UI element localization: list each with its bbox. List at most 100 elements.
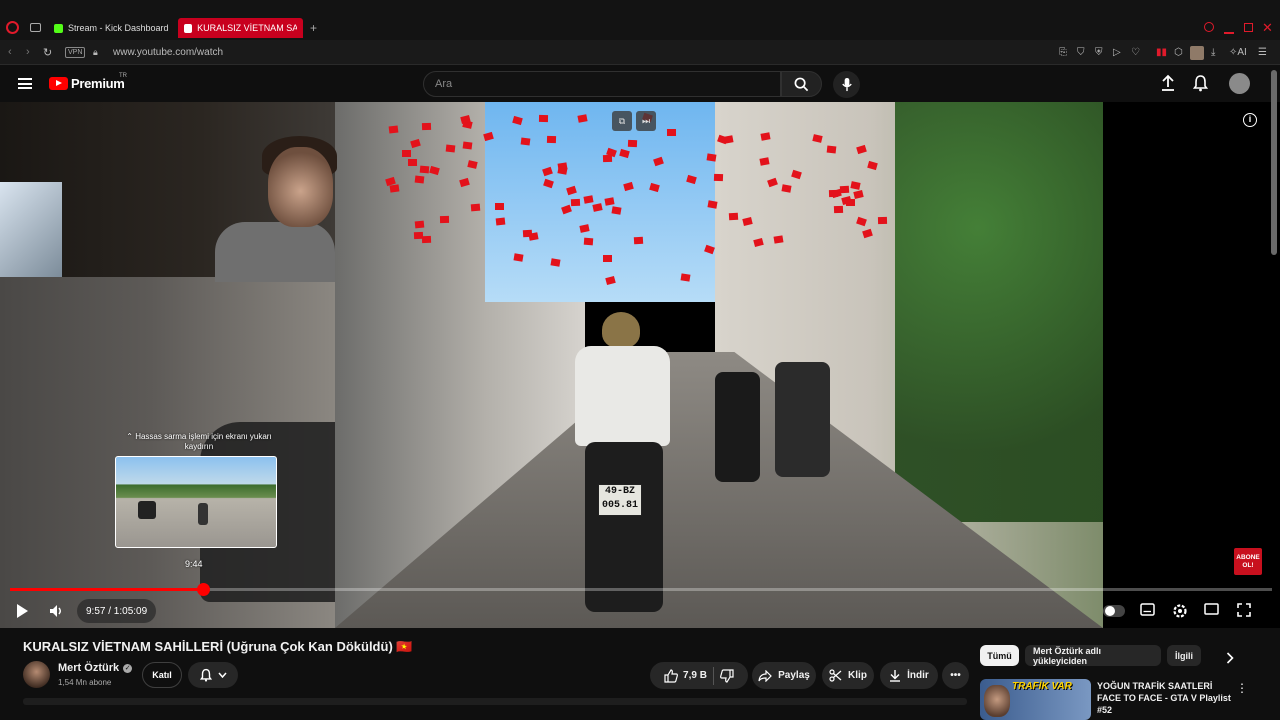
shield-icon[interactable]: ⛨	[1095, 47, 1103, 58]
easy-setup-icon[interactable]: ☰	[1258, 47, 1267, 58]
channel-name-text[interactable]: Mert Öztürk	[58, 662, 119, 674]
progress-played	[10, 588, 203, 591]
search-tabs-icon[interactable]	[1204, 22, 1214, 32]
snapshot-icon[interactable]: ⎘	[1059, 47, 1067, 58]
fullscreen-icon[interactable]	[1237, 603, 1251, 617]
abone-label: ABONE OL!	[1236, 554, 1260, 569]
thumbs-down-icon[interactable]	[720, 668, 734, 683]
voice-search-button[interactable]	[833, 71, 860, 98]
restore-icon[interactable]	[1244, 23, 1253, 32]
channel-name[interactable]: Mert Öztürk ✓	[58, 662, 133, 674]
close-window-icon[interactable]: ✕	[1262, 20, 1273, 36]
preview-motorbike	[138, 501, 156, 519]
flag	[546, 135, 556, 143]
webcam-monitor	[0, 182, 62, 277]
youtube-favicon-icon	[184, 23, 193, 33]
settings-gear-icon[interactable]	[1172, 603, 1188, 619]
tab-youtube-video[interactable]: KURALSIZ VİETNAM SAHİ	[178, 18, 303, 38]
download-label: İndir	[907, 670, 929, 681]
flag	[419, 165, 430, 174]
clip-button[interactable]: Klip	[822, 662, 874, 689]
flag	[633, 236, 643, 245]
seek-hint: ⌃ Hassas sarma işlemi için ekranı yukarı…	[126, 432, 272, 451]
chevron-right-icon[interactable]	[1226, 652, 1234, 664]
miniplayer-overlay-icon[interactable]: ⧉	[612, 111, 632, 131]
search-input[interactable]	[424, 72, 780, 96]
back-icon[interactable]: ‹	[8, 46, 12, 58]
workspace-icon[interactable]	[30, 23, 41, 32]
tab-kick-dashboard[interactable]: Stream - Kick Dashboard	[48, 18, 175, 38]
subtitles-icon[interactable]	[1140, 603, 1155, 616]
recommended-thumbnail[interactable]: TRAFİK VAR	[980, 679, 1091, 720]
flag	[570, 199, 581, 207]
subscribe-watermark[interactable]: ABONE OL!	[1234, 548, 1262, 575]
chip-related[interactable]: İlgili	[1167, 645, 1201, 666]
skip-overlay-icon[interactable]: ⏭	[636, 111, 656, 131]
join-button[interactable]: Katıl	[142, 662, 182, 688]
heart-icon[interactable]: ♡	[1131, 47, 1140, 58]
play-extension-icon[interactable]: ▷	[1113, 47, 1121, 58]
flag	[781, 183, 792, 193]
reload-icon[interactable]: ↻	[43, 46, 52, 59]
profile-thumb-icon[interactable]	[1190, 46, 1204, 60]
aria-ai-icon[interactable]: ✧AI	[1229, 47, 1247, 58]
download-icon[interactable]: ⤓	[1211, 47, 1215, 58]
stats-icon[interactable]: ▮▮	[1156, 47, 1167, 58]
minimize-icon[interactable]	[1224, 32, 1234, 34]
bookmark-icon[interactable]: ⛉	[1077, 47, 1085, 58]
search-button[interactable]	[781, 71, 822, 97]
pause-knob-icon	[1104, 606, 1115, 616]
streamer-face	[268, 147, 333, 227]
chip-from-uploader[interactable]: Mert Öztürk adlı yükleyiciden	[1025, 645, 1161, 666]
theater-mode-icon[interactable]	[1204, 603, 1219, 615]
share-label: Paylaş	[778, 670, 810, 681]
flag	[462, 141, 473, 150]
menu-icon[interactable]	[18, 78, 32, 89]
flag	[494, 202, 504, 211]
more-vertical-icon[interactable]: ⋮	[1236, 681, 1248, 695]
video-player[interactable]: 49-BZ 005.81 ⧉ ⏭ i ⌃ Hassas sarma işlemi…	[0, 102, 1280, 628]
youtube-logo-icon[interactable]	[49, 77, 68, 90]
flag	[707, 200, 718, 209]
subscription-bell-button[interactable]	[188, 662, 238, 688]
page-scrollbar[interactable]	[1271, 70, 1277, 255]
like-count: 7,9 B	[683, 670, 707, 681]
info-icon[interactable]: i	[1243, 113, 1257, 127]
play-icon[interactable]	[15, 603, 29, 619]
channel-avatar[interactable]	[23, 661, 50, 688]
more-actions-button[interactable]: •••	[942, 662, 969, 689]
parked-motorbike	[775, 362, 830, 477]
chip-all[interactable]: Tümü	[980, 645, 1019, 666]
autoplay-toggle[interactable]	[1103, 605, 1125, 617]
url-field[interactable]: www.youtube.com/watch	[113, 47, 223, 58]
volume-icon[interactable]	[48, 603, 64, 619]
recommended-title[interactable]: YOĞUN TRAFİK SAATLERİ FACE TO FACE - GTA…	[1097, 680, 1237, 716]
share-button[interactable]: Paylaş	[752, 662, 816, 689]
account-avatar[interactable]	[1229, 73, 1250, 94]
flag	[604, 196, 616, 206]
scrubber-handle[interactable]	[196, 583, 210, 596]
description-box-edge[interactable]	[23, 698, 967, 705]
helmet	[602, 312, 640, 348]
vpn-badge[interactable]: VPN	[65, 47, 86, 58]
tab-label: Stream - Kick Dashboard	[68, 23, 169, 33]
forward-icon[interactable]: ›	[26, 46, 30, 58]
license-plate: 49-BZ 005.81	[598, 484, 642, 516]
notifications-bell-icon[interactable]	[1193, 74, 1208, 92]
like-button[interactable]: 7,9 B	[664, 668, 707, 683]
new-tab-button[interactable]: +	[304, 18, 323, 38]
progress-bar[interactable]	[10, 583, 1272, 596]
address-bar: ‹ › ↻ VPN 🔒︎ www.youtube.com/watch ⎘ ⛉ ⛨…	[0, 40, 1280, 65]
flag	[388, 125, 399, 134]
share-icon	[758, 669, 772, 682]
download-button[interactable]: İndir	[880, 662, 938, 689]
logo-text[interactable]: Premium	[71, 76, 125, 91]
lock-icon[interactable]: 🔒︎	[93, 47, 98, 58]
upload-icon[interactable]	[1161, 74, 1175, 92]
flag	[421, 123, 432, 131]
parked-motorbike	[715, 372, 760, 482]
overlay-buttons: ⧉ ⏭	[612, 111, 656, 131]
opera-menu-icon[interactable]	[6, 21, 19, 34]
player-controls: 9:57 / 1:05:09	[0, 596, 1280, 626]
extensions-icon[interactable]: ⬡	[1174, 47, 1183, 58]
